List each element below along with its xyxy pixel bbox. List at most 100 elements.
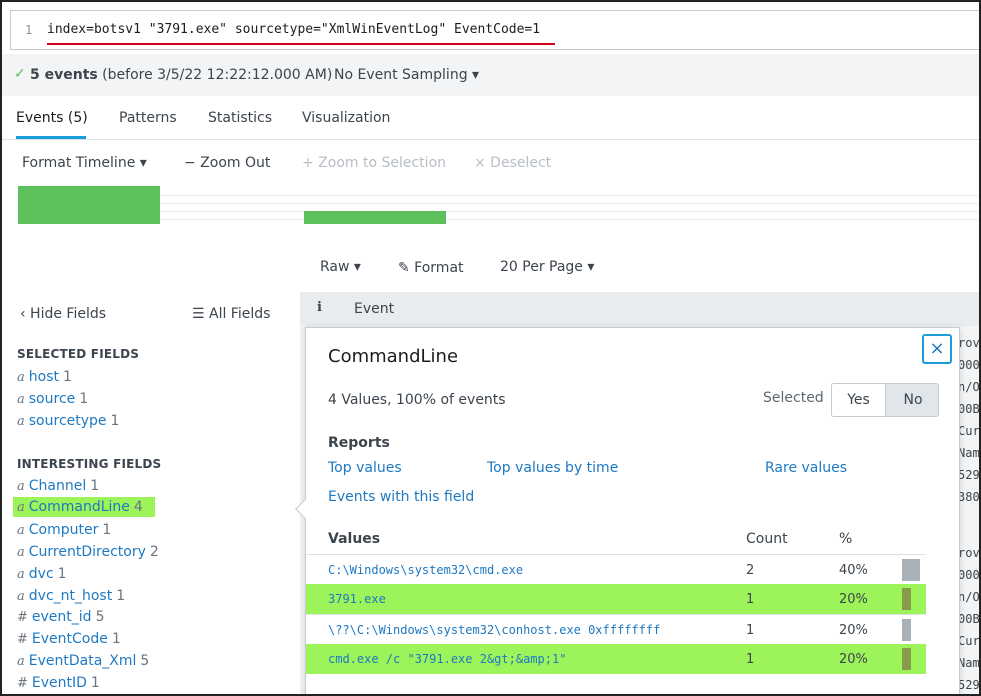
event-timeline[interactable] [18, 185, 979, 225]
field-summary-popup: CommandLine × 4 Values, 100% of events S… [295, 327, 960, 694]
percent-bar [902, 648, 911, 670]
field-currentdirectory[interactable]: a CurrentDirectory 2 [17, 544, 159, 560]
zoom-out-button[interactable]: − Zoom Out [184, 155, 270, 171]
field-sourcetype[interactable]: a sourcetype 1 [17, 413, 119, 429]
event-text-fragment: n/O [958, 590, 980, 604]
check-icon: ✓ [14, 66, 26, 82]
event-sampling-dropdown[interactable]: No Event Sampling ▾ [334, 67, 479, 83]
percent-column-header: % [839, 531, 853, 547]
event-text-fragment: n/O [958, 380, 980, 394]
close-button[interactable]: × [922, 334, 952, 364]
event-text-fragment: rov [958, 546, 980, 560]
field-computer[interactable]: a Computer 1 [17, 522, 111, 538]
value-row[interactable]: \??\C:\Windows\system32\conhost.exe 0xff… [306, 614, 926, 644]
top-values-by-time-link[interactable]: Top values by time [487, 460, 618, 476]
selected-toggle[interactable]: Yes No [831, 383, 939, 417]
value-percent: 40% [839, 563, 868, 578]
value-link[interactable]: C:\Windows\system32\cmd.exe [328, 563, 523, 577]
tab-visualization[interactable]: Visualization [302, 110, 390, 126]
timeline-gridline [18, 195, 979, 196]
timeline-bar[interactable] [304, 211, 446, 224]
tab-statistics[interactable]: Statistics [208, 110, 272, 126]
field-eventid[interactable]: # EventID 1 [17, 675, 100, 691]
event-text-fragment: Nam [958, 446, 980, 460]
count-column-header: Count [746, 531, 788, 547]
search-app-window: 1 index=botsv1 "3791.exe" sourcetype="Xm… [0, 0, 981, 696]
values-column-header: Values [328, 531, 381, 547]
event-count: 5 events (before 3/5/22 12:22:12.000 AM) [30, 67, 333, 83]
field-source[interactable]: a source 1 [17, 391, 88, 407]
value-count: 2 [746, 563, 755, 578]
deselect-button[interactable]: × Deselect [474, 155, 551, 171]
raw-view-dropdown[interactable]: Raw ▾ [320, 259, 361, 275]
all-fields-button[interactable]: ☰ All Fields [192, 306, 270, 322]
selected-no-button[interactable]: No [886, 384, 938, 416]
format-button[interactable]: ✎ Format [398, 260, 464, 276]
tab-patterns[interactable]: Patterns [119, 110, 177, 126]
field-channel[interactable]: a Channel 1 [17, 478, 99, 494]
close-icon: × [929, 338, 945, 359]
field-eventcode[interactable]: # EventCode 1 [17, 631, 121, 647]
event-text-fragment: 000 [958, 358, 980, 372]
percent-bar [902, 559, 920, 581]
event-text-fragment: 529 [958, 468, 980, 482]
field-host[interactable]: a host 1 [17, 369, 72, 385]
reports-heading: Reports [328, 435, 390, 451]
value-count: 1 [746, 623, 755, 638]
event-text-fragment: 00B [958, 612, 980, 626]
event-text-fragment: 00B [958, 402, 980, 416]
timeline-gridline [18, 203, 979, 204]
percent-bar [902, 619, 911, 641]
interesting-fields-heading: INTERESTING FIELDS [17, 457, 162, 471]
search-query-input[interactable]: index=botsv1 "3791.exe" sourcetype="XmlW… [47, 22, 540, 37]
event-text-fragment: Cur [958, 634, 980, 648]
value-link[interactable]: 3791.exe [328, 592, 386, 606]
field-dvc-nt-host[interactable]: a dvc_nt_host 1 [17, 588, 125, 604]
value-link[interactable]: \??\C:\Windows\system32\conhost.exe 0xff… [328, 623, 660, 637]
line-number: 1 [25, 23, 33, 37]
value-percent: 20% [839, 623, 868, 638]
timeline-toolbar: Format Timeline ▾ − Zoom Out + Zoom to S… [2, 140, 979, 184]
top-values-link[interactable]: Top values [328, 460, 402, 476]
rare-values-link[interactable]: Rare values [765, 460, 847, 476]
event-text-fragment: 000 [958, 568, 980, 582]
field-commandline[interactable]: a CommandLine 4 [13, 497, 155, 517]
percent-bar [902, 588, 911, 610]
info-icon: i [317, 300, 322, 315]
value-row[interactable]: 3791.exe 1 20% [306, 584, 926, 614]
field-eventdata-xml[interactable]: a EventData_Xml 5 [17, 653, 149, 669]
hide-fields-button[interactable]: ‹ Hide Fields [20, 306, 106, 322]
zoom-to-selection-button[interactable]: + Zoom to Selection [302, 155, 446, 171]
query-underline-annotation [47, 43, 555, 45]
active-tab-indicator [16, 136, 86, 139]
field-dvc[interactable]: a dvc 1 [17, 566, 67, 582]
event-text-fragment: Nam [958, 656, 980, 670]
timeline-gridline [18, 211, 979, 212]
event-text-fragment: 529 [958, 678, 980, 692]
selected-label: Selected [763, 390, 824, 406]
value-link[interactable]: cmd.exe /c "3791.exe 2&gt;&amp;1" [328, 652, 566, 666]
value-count: 1 [746, 592, 755, 607]
event-text-fragment: rov [958, 336, 980, 350]
results-tabs: Events (5) Patterns Statistics Visualiza… [2, 96, 979, 140]
event-text-fragment: Cur [958, 424, 980, 438]
format-timeline-dropdown[interactable]: Format Timeline ▾ [22, 155, 147, 171]
event-column-header: Event [354, 301, 395, 317]
fields-sidebar: ‹ Hide Fields ☰ All Fields SELECTED FIEL… [2, 292, 300, 694]
job-status-bar: ✓ 5 events (before 3/5/22 12:22:12.000 A… [2, 54, 979, 96]
events-with-field-link[interactable]: Events with this field [328, 489, 474, 505]
selected-fields-heading: SELECTED FIELDS [17, 347, 140, 361]
timeline-bar[interactable] [18, 186, 160, 224]
tab-events[interactable]: Events (5) [16, 110, 88, 126]
per-page-dropdown[interactable]: 20 Per Page ▾ [500, 259, 594, 275]
search-bar[interactable]: 1 index=botsv1 "3791.exe" sourcetype="Xm… [10, 10, 979, 50]
timeline-gridline [18, 219, 979, 220]
events-table-header: i Event [300, 292, 979, 326]
popup-title: CommandLine [328, 346, 459, 367]
value-row[interactable]: cmd.exe /c "3791.exe 2&gt;&amp;1" 1 20% [306, 644, 926, 674]
selected-yes-button[interactable]: Yes [832, 384, 886, 416]
field-event-id[interactable]: # event_id 5 [17, 609, 104, 625]
event-text-fragment: 380 [958, 490, 980, 504]
value-row[interactable]: C:\Windows\system32\cmd.exe 2 40% [306, 554, 926, 584]
value-percent: 20% [839, 592, 868, 607]
